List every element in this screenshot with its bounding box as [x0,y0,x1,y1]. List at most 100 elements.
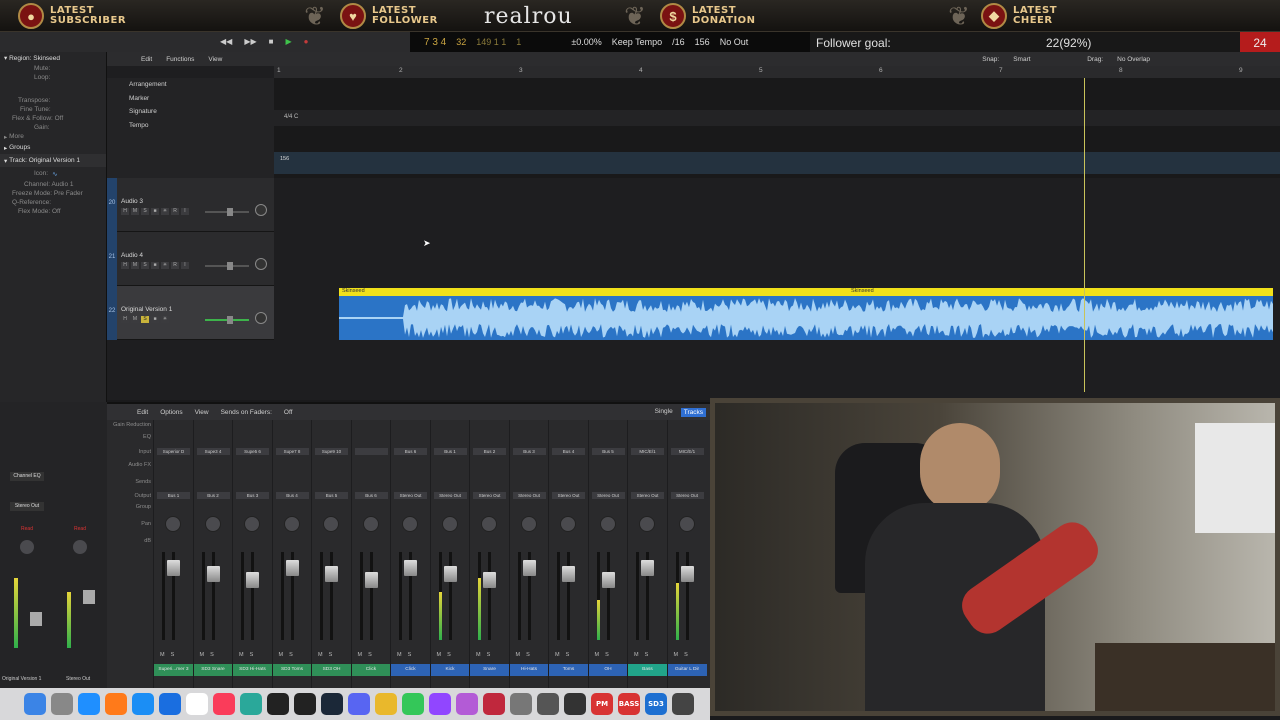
input-slot[interactable]: Bus 4 [552,448,585,455]
channel-strip[interactable]: Superior D Bus 1 MS Superi...mer 3 [153,420,193,688]
global-track-tempo[interactable]: Tempo [107,119,274,133]
track-name[interactable]: Original Version 1 [121,306,172,313]
volume-slider[interactable] [205,262,249,270]
pan-knob[interactable] [165,516,181,532]
record-icon[interactable]: ● [304,37,309,46]
freeze-icon[interactable]: ✳ [161,316,169,323]
discord-dock-icon[interactable] [348,693,370,715]
channel-strip[interactable]: MIC/E/1 Stereo Out MS Bass [627,420,667,688]
messages-dock-icon[interactable] [402,693,424,715]
voice-dock-icon[interactable] [483,693,505,715]
firefox-dock-icon[interactable] [105,693,127,715]
volume-slider[interactable] [205,208,249,216]
output-slot[interactable]: Stereo Out [512,492,546,499]
hide-button[interactable]: H [121,262,129,269]
channel-name[interactable]: Click [351,664,391,676]
channel-strip[interactable]: Bus 3 Stereo Out MS Hi-Hats [508,420,549,688]
lock-icon[interactable]: ■ [151,316,159,323]
volume-fader[interactable] [325,566,338,582]
track-original-version-1[interactable]: 22 Original Version 1 H M S ■ ✳ [107,286,274,340]
freeze-icon[interactable]: ✳ [161,208,169,215]
volume-fader[interactable] [641,560,654,576]
mixer-options-menu[interactable]: Options [160,409,182,416]
channel-name[interactable]: Bass [628,664,667,676]
output-slot[interactable]: Bus 1 [157,492,190,499]
volume-fader[interactable] [601,572,615,588]
pan-knob[interactable] [599,516,616,532]
pan-knob[interactable] [20,540,34,554]
hide-button[interactable]: H [121,208,129,215]
solo-button[interactable]: S [141,208,149,215]
volume-fader[interactable] [562,566,575,582]
lcd-signature[interactable]: /16 [672,37,685,47]
channel-name[interactable]: SD3 Toms [272,664,312,676]
region-row[interactable]: Loop: [0,73,106,82]
track-row[interactable]: Freeze Mode: Pre Fader [0,189,106,198]
playhead[interactable] [1084,78,1085,392]
volume-fader[interactable] [83,590,95,604]
channel-name[interactable]: SD3 OH [312,664,351,676]
channel-strip[interactable]: Bus 6 MS Click [350,420,391,688]
mixer-single-tab[interactable]: Single [655,408,673,417]
pan-knob[interactable] [678,516,695,532]
channel-strip[interactable]: Supe3 4 Bus 2 MS SD3 Snare [192,420,233,688]
mute-solo-buttons[interactable]: MS [279,652,299,658]
channel-name[interactable]: Hi-Hats [509,664,549,676]
input-slot[interactable]: Supe3 4 [196,448,230,455]
safari-dock-icon[interactable] [132,693,154,715]
pan-knob[interactable] [481,516,497,532]
volume-fader[interactable] [364,572,378,588]
mute-solo-buttons[interactable]: MS [358,652,378,658]
track-audio-3[interactable]: 20 Audio 3 H M S ■ ✳ R I [107,178,274,232]
input-slot[interactable]: Bus 5 [591,448,625,455]
chrome-dock-icon[interactable] [375,693,397,715]
rewind-icon[interactable]: ◀◀ [220,37,232,46]
channel-name[interactable]: Toms [549,664,588,676]
input-slot[interactable]: MIC/E/1 [631,448,664,455]
read-button[interactable]: R [171,208,179,215]
volume-fader[interactable] [680,566,694,582]
channel-strip[interactable]: Supe5 6 Bus 3 MS SD3 Hi-Hats [232,420,272,688]
pan-knob[interactable] [73,540,87,554]
global-track-arrangement[interactable]: Arrangement [107,78,274,92]
region-row[interactable]: Mute: [0,64,106,73]
logic-dock-icon[interactable] [564,693,586,715]
snap-select[interactable]: Smart [1013,56,1073,63]
volume-fader[interactable] [167,560,180,576]
input-icon[interactable]: I [181,208,189,215]
music-dock-icon[interactable] [213,693,235,715]
channel-strip[interactable]: Bus 4 Stereo Out MS Toms [548,420,588,688]
input-slot[interactable]: MIC/E/1 [670,448,704,455]
network-dock-icon[interactable] [240,693,262,715]
more-toggle[interactable]: ▸ More [0,132,106,141]
pan-knob[interactable] [520,516,537,532]
volume-fader[interactable] [246,572,259,588]
pan-knob[interactable] [560,516,576,532]
channel-strip[interactable]: Bus 1 Stereo Out MS Kick [429,420,470,688]
hide-button[interactable]: H [121,316,129,323]
play-icon[interactable]: ▶ [285,37,291,46]
mute-solo-buttons[interactable]: MS [595,652,615,658]
volume-fader[interactable] [30,612,42,626]
output-slot[interactable]: Bus 4 [275,492,309,499]
output-slot[interactable]: Bus 2 [196,492,230,499]
mute-solo-buttons[interactable]: MS [318,652,338,658]
mute-button[interactable]: M [131,208,139,215]
mute-solo-buttons[interactable]: MS [239,652,259,658]
channel-name[interactable]: OH [588,664,628,676]
pan-knob[interactable] [639,516,655,532]
functions-menu[interactable]: Functions [166,56,194,63]
lcd-mode[interactable]: Keep Tempo [612,37,662,47]
sends-on-faders-select[interactable]: Off [284,409,293,416]
volume-fader[interactable] [522,560,536,576]
input-slot[interactable]: Supe7 8 [275,448,309,455]
mixer-tracks-tab[interactable]: Tracks [680,407,706,417]
channel-name[interactable]: SD3 Snare [193,664,233,676]
audio-region-skinseed[interactable]: Skinseed Skinseed [339,288,1273,340]
channel-strip[interactable]: Bus 5 Stereo Out MS OH [587,420,628,688]
input-slot[interactable]: Supe9 10 [315,448,348,455]
tempo-lane[interactable]: 156 [274,152,1280,174]
automation-read[interactable]: Read [10,526,44,534]
pm-dock-icon[interactable]: PM [591,693,613,715]
launchpad-dock-icon[interactable] [51,693,73,715]
